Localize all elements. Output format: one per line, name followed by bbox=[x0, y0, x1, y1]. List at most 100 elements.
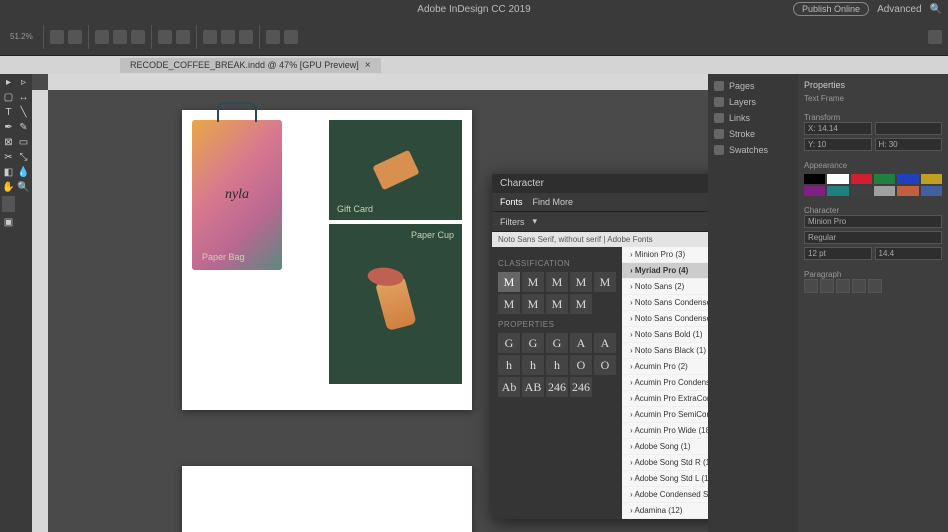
glyph-property[interactable]: A bbox=[570, 333, 592, 353]
page-tool-icon[interactable]: ▢ bbox=[2, 91, 15, 104]
paper-cup-cell[interactable]: Paper Cup bbox=[329, 224, 462, 384]
color-swatch[interactable] bbox=[921, 174, 942, 184]
corner-icon[interactable] bbox=[266, 30, 280, 44]
options-icon[interactable] bbox=[928, 30, 942, 44]
distribute-icon[interactable] bbox=[176, 30, 190, 44]
align-right-icon[interactable] bbox=[131, 30, 145, 44]
w-field[interactable] bbox=[875, 122, 943, 135]
opacity-icon[interactable] bbox=[284, 30, 298, 44]
gap-tool-icon[interactable]: ↔ bbox=[17, 91, 30, 104]
glyph-property[interactable]: G bbox=[522, 333, 544, 353]
font-list-item[interactable]: › Adobe Condensed SansROGER, HUNGRY, ATE… bbox=[622, 487, 708, 503]
panel-title-bar[interactable]: Character ≡ bbox=[492, 174, 708, 193]
align-right-icon[interactable] bbox=[836, 279, 850, 293]
font-list-item[interactable]: › Adobe Song Std R (1)Roger, hungry, ate… bbox=[622, 455, 708, 471]
glyph-property[interactable]: O bbox=[570, 355, 592, 375]
glyph-classification[interactable]: M bbox=[522, 272, 544, 292]
font-list-item[interactable]: › Noto Sans Black (1)Roger, hungry, ate … bbox=[622, 343, 708, 359]
glyph-property[interactable]: A bbox=[594, 333, 616, 353]
dock-tab-swatches[interactable]: Swatches bbox=[712, 142, 794, 158]
align-center-icon[interactable] bbox=[820, 279, 834, 293]
dock-tab-links[interactable]: Links bbox=[712, 110, 794, 126]
font-list-item[interactable]: › Minion Pro (3)Roger, hungry, ate 236 p… bbox=[622, 247, 708, 263]
color-swatch[interactable] bbox=[827, 186, 848, 196]
color-swatch[interactable] bbox=[921, 186, 942, 196]
color-swatch[interactable] bbox=[874, 186, 895, 196]
x-field[interactable]: X: 14.14 bbox=[804, 122, 872, 135]
color-swatch[interactable] bbox=[851, 186, 872, 196]
color-swatch[interactable] bbox=[804, 174, 825, 184]
selection-tool-icon[interactable]: ▸ bbox=[2, 76, 15, 89]
arrange-icon[interactable] bbox=[68, 30, 82, 44]
glyph-property[interactable]: h bbox=[522, 355, 544, 375]
gift-card-cell[interactable]: Gift Card bbox=[329, 120, 462, 220]
text-wrap-icon[interactable] bbox=[221, 30, 235, 44]
artboard-2[interactable] bbox=[182, 466, 472, 532]
glyph-classification[interactable]: M bbox=[546, 272, 568, 292]
glyph-property[interactable]: O bbox=[594, 355, 616, 375]
font-list-item[interactable]: › Adamina (12)Roger, hungry, ate 236 pe☁ bbox=[622, 503, 708, 519]
distribute-icon[interactable] bbox=[158, 30, 172, 44]
glyph-classification[interactable]: M bbox=[594, 272, 616, 292]
eyedropper-tool-icon[interactable]: 💧 bbox=[17, 166, 30, 179]
pencil-tool-icon[interactable]: ✎ bbox=[17, 121, 30, 134]
line-tool-icon[interactable]: ╲ bbox=[17, 106, 30, 119]
direct-selection-tool-icon[interactable]: ▹ bbox=[17, 76, 30, 89]
font-list-item[interactable]: › Myriad Pro (4)ROGER, HUNGRY, ATE 236 P… bbox=[622, 263, 708, 279]
glyph-property[interactable]: Ab bbox=[498, 377, 520, 397]
artboard-1[interactable]: Gift Card nyla Paper Bag Paper Cup bbox=[182, 110, 472, 410]
glyph-classification[interactable]: M bbox=[570, 294, 592, 314]
font-list-item[interactable]: › Acumin Pro SemiCondensed (18)Roger, hu… bbox=[622, 407, 708, 423]
glyph-property[interactable]: AB bbox=[522, 377, 544, 397]
view-mode-icon[interactable] bbox=[50, 30, 64, 44]
glyph-property[interactable]: h bbox=[498, 355, 520, 375]
font-list-item[interactable]: › Noto Sans Condensed (3)Roger, hungry, … bbox=[622, 311, 708, 327]
font-list-item[interactable]: › Acumin Pro Condensed (18)Roger, hungry… bbox=[622, 375, 708, 391]
zoom-level[interactable]: 51.2% bbox=[6, 30, 37, 43]
justify-icon[interactable] bbox=[852, 279, 866, 293]
glyph-classification[interactable]: M bbox=[522, 294, 544, 314]
color-swatch[interactable] bbox=[804, 186, 825, 196]
font-style-field[interactable]: Regular bbox=[804, 231, 942, 244]
filter-icon[interactable]: ▾ bbox=[533, 216, 538, 227]
font-list-item[interactable]: › Noto Sans Condensed (3)Roger, hungry, … bbox=[622, 295, 708, 311]
publish-online-button[interactable]: Publish Online bbox=[793, 2, 869, 16]
rectangle-frame-tool-icon[interactable]: ⊠ bbox=[2, 136, 15, 149]
canvas[interactable]: Gift Card nyla Paper Bag Paper Cup bbox=[32, 74, 708, 532]
character-panel[interactable]: Character ≡ Fonts Find More Filters ▾ Ro… bbox=[492, 174, 708, 519]
color-swatch[interactable] bbox=[897, 186, 918, 196]
color-swatch[interactable] bbox=[897, 174, 918, 184]
transform-tool-icon[interactable]: ⤡ bbox=[17, 151, 30, 164]
align-left-icon[interactable] bbox=[804, 279, 818, 293]
fill-stroke-swatch[interactable] bbox=[2, 196, 15, 212]
paper-bag-cell[interactable]: nyla Paper Bag bbox=[192, 120, 282, 270]
glyph-property[interactable]: 246 bbox=[546, 377, 568, 397]
font-list-item[interactable]: › Acumin Pro Wide (18)Roger, hungry, ate… bbox=[622, 423, 708, 439]
dock-tab-pages[interactable]: Pages bbox=[712, 78, 794, 94]
tab-find-more[interactable]: Find More bbox=[533, 197, 574, 207]
glyph-classification[interactable]: M bbox=[570, 272, 592, 292]
glyph-classification[interactable]: M bbox=[498, 272, 520, 292]
scissors-tool-icon[interactable]: ✂ bbox=[2, 151, 15, 164]
font-list-item[interactable]: › Acumin Pro ExtraCondensed (18)Roger, h… bbox=[622, 391, 708, 407]
gradient-tool-icon[interactable]: ◧ bbox=[2, 166, 15, 179]
y-field[interactable]: Y: 10 bbox=[804, 138, 872, 151]
align-left-icon[interactable] bbox=[95, 30, 109, 44]
type-tool-icon[interactable]: T bbox=[2, 106, 15, 119]
dock-tab-layers[interactable]: Layers bbox=[712, 94, 794, 110]
text-wrap-icon[interactable] bbox=[239, 30, 253, 44]
glyph-classification[interactable]: M bbox=[498, 294, 520, 314]
leading-field[interactable]: 14.4 bbox=[875, 247, 943, 260]
workspace-switcher[interactable]: Advanced bbox=[877, 4, 921, 15]
font-list[interactable]: › Minion Pro (3)Roger, hungry, ate 236 p… bbox=[622, 247, 708, 519]
font-size-field[interactable]: 12 pt bbox=[804, 247, 872, 260]
font-family-field[interactable]: Minion Pro bbox=[804, 215, 942, 228]
rectangle-tool-icon[interactable]: ▭ bbox=[17, 136, 30, 149]
text-wrap-icon[interactable] bbox=[203, 30, 217, 44]
font-list-item[interactable]: › Adobe Song (1)Roger, hungry, ate 236 p… bbox=[622, 439, 708, 455]
hand-tool-icon[interactable]: ✋ bbox=[2, 181, 15, 194]
glyph-property[interactable]: G bbox=[498, 333, 520, 353]
h-field[interactable]: H: 30 bbox=[875, 138, 943, 151]
zoom-tool-icon[interactable]: 🔍 bbox=[17, 181, 30, 194]
align-center-icon[interactable] bbox=[113, 30, 127, 44]
